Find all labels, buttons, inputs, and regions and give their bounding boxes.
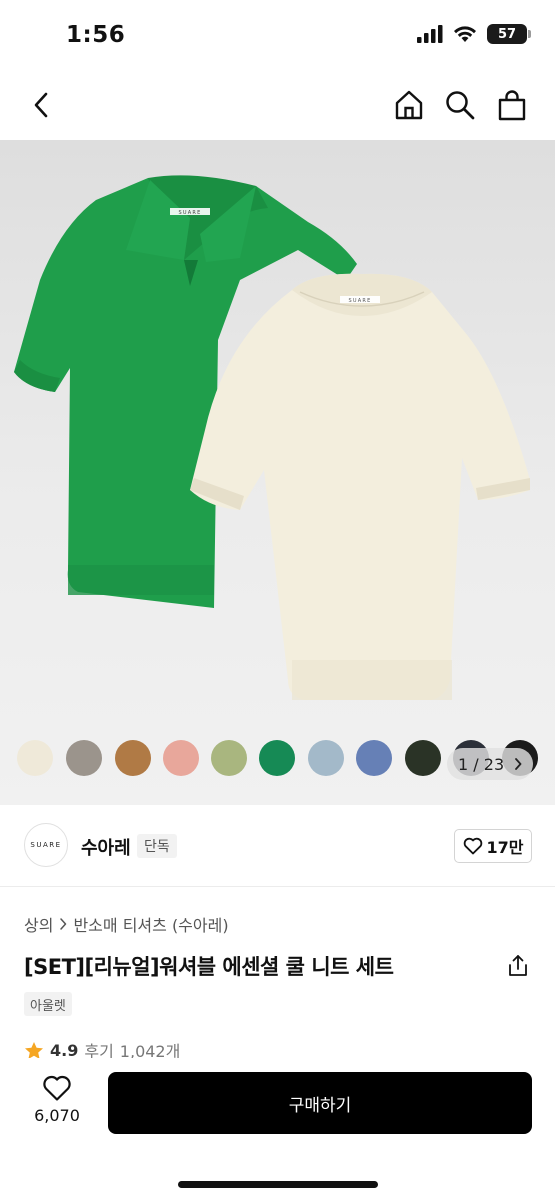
color-swatch[interactable] <box>356 740 392 776</box>
wishlist-button[interactable]: 6,070 <box>24 1074 90 1134</box>
color-swatch[interactable] <box>405 740 441 776</box>
chevron-left-icon <box>34 92 48 118</box>
status-bar: 1:56 57 <box>0 0 555 70</box>
exclusive-badge: 단독 <box>137 834 177 858</box>
cream-tshirt: SUARE <box>190 273 530 700</box>
brand-name[interactable]: 수아레 <box>81 834 131 860</box>
page-counter: 1 / 23 <box>458 755 504 774</box>
share-button[interactable] <box>504 952 532 980</box>
product-title: [SET][리뉴얼]워셔블 에센셜 쿨 니트 세트 <box>24 955 394 979</box>
chevron-right-icon <box>515 758 522 770</box>
brand-like-button[interactable]: 17만 <box>454 829 532 863</box>
breadcrumb-subcategory[interactable]: 반소매 티셔츠 (수아레) <box>73 912 228 936</box>
outlet-tag: 아울렛 <box>24 992 72 1016</box>
brand-logo[interactable]: SUARE <box>24 823 68 867</box>
bottom-purchase-bar: 6,070 구매하기 <box>0 1058 555 1200</box>
share-icon <box>509 955 527 976</box>
brand-like-count: 17만 <box>486 838 524 857</box>
color-swatch[interactable] <box>308 740 344 776</box>
image-page-indicator[interactable]: 1 / 23 <box>447 748 533 780</box>
page-total: 23 <box>483 754 505 774</box>
buy-button[interactable]: 구매하기 <box>108 1072 532 1134</box>
color-swatch[interactable] <box>163 740 199 776</box>
breadcrumb-category[interactable]: 상의 <box>24 912 53 936</box>
green-shirt-label: SUARE <box>179 210 202 216</box>
search-button[interactable] <box>441 86 479 124</box>
color-swatch[interactable] <box>259 740 295 776</box>
brand-row: SUARE 수아레 단독 17만 <box>0 805 555 887</box>
color-swatch[interactable] <box>17 740 53 776</box>
shopping-bag-icon <box>498 90 526 121</box>
cream-shirt-label: SUARE <box>349 298 372 304</box>
home-icon <box>395 90 423 120</box>
cart-button[interactable] <box>493 86 531 124</box>
page-current: 1 <box>458 754 469 774</box>
home-indicator <box>178 1181 378 1188</box>
heart-icon <box>43 1075 71 1101</box>
breadcrumb: 상의 반소매 티셔츠 (수아레) <box>24 912 229 936</box>
heart-icon <box>463 837 482 855</box>
nav-bar <box>0 70 555 140</box>
chevron-right-icon <box>60 918 67 930</box>
product-photo: SUARE SUARE <box>14 175 530 700</box>
color-swatch[interactable] <box>66 740 102 776</box>
product-image-gallery[interactable]: SUARE SUARE 1 / 23 <box>0 140 555 805</box>
wifi-icon <box>454 26 476 42</box>
status-time: 1:56 <box>66 22 126 48</box>
status-icons: 57 <box>417 24 531 44</box>
battery-indicator: 57 <box>487 24 531 44</box>
home-button[interactable] <box>390 86 428 124</box>
color-swatch[interactable] <box>115 740 151 776</box>
signal-icon <box>417 25 443 43</box>
wishlist-count: 6,070 <box>34 1106 80 1125</box>
back-button[interactable] <box>22 86 60 124</box>
color-swatch[interactable] <box>211 740 247 776</box>
page-separator: / <box>473 754 479 774</box>
star-icon <box>25 1041 43 1059</box>
rating-score: 4.9 <box>50 1040 79 1060</box>
search-icon <box>446 91 475 120</box>
